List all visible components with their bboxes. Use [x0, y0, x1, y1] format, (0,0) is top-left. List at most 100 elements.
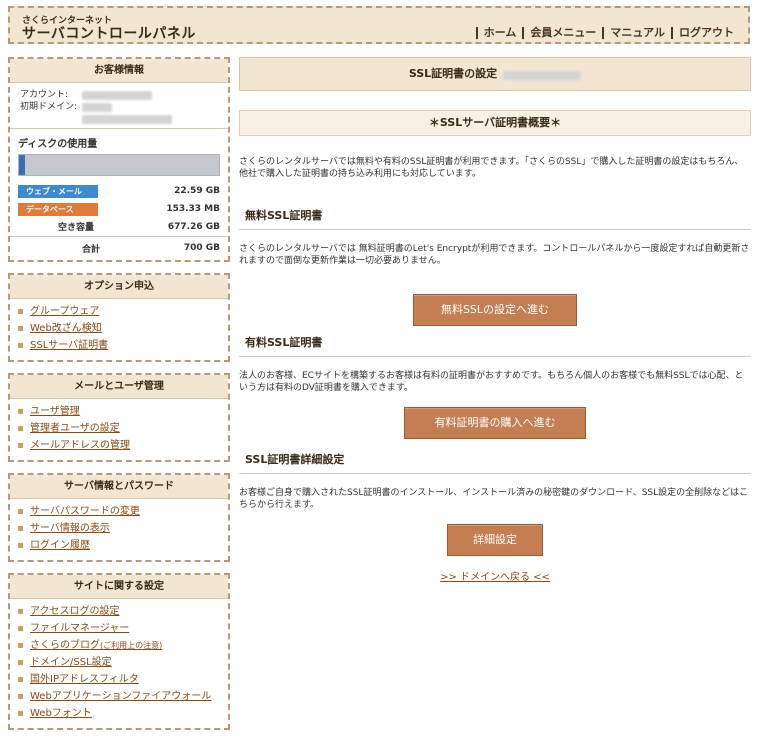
option-menu-title: オプション申込 — [10, 275, 228, 299]
blog-note: (ご利用上の注意) — [100, 641, 163, 650]
link-file-manager[interactable]: ファイルマネージャー — [30, 620, 129, 637]
server-info-title: サーバ情報とパスワード — [10, 475, 228, 499]
overview-title: ＊SSLサーバ証明書概要＊ — [239, 110, 751, 136]
bullet-icon — [18, 677, 23, 682]
nav-home[interactable]: ホーム — [475, 27, 523, 39]
page-title: SSL証明書の設定 — [239, 57, 751, 91]
menu-item-groupware: グループウェア — [18, 303, 220, 320]
link-server-password[interactable]: サーバパスワードの変更 — [30, 503, 140, 520]
back-to-domain-link[interactable]: >> ドメインへ戻る << — [239, 568, 751, 583]
mail-user-title: メールとユーザ管理 — [10, 375, 228, 399]
nav-manual[interactable]: マニュアル — [602, 27, 671, 39]
link-access-log[interactable]: アクセスログの設定 — [30, 603, 120, 620]
bullet-icon — [18, 609, 23, 614]
link-ssl-server-cert[interactable]: SSLサーバ証明書 — [30, 337, 108, 354]
domain-label: 初期ドメイン: — [20, 102, 78, 112]
disk-usage-title: ディスクの使用量 — [10, 128, 228, 154]
link-ip-filter[interactable]: 国外IPアドレスフィルタ — [30, 671, 139, 688]
nav-logout[interactable]: ログアウト — [671, 27, 740, 39]
paid-ssl-heading: 有料SSL証明書 — [239, 334, 751, 357]
free-ssl-setup-button[interactable]: 無料SSLの設定へ進む — [413, 294, 577, 326]
account-value-redacted — [82, 91, 152, 100]
detail-settings-button[interactable]: 詳細設定 — [447, 524, 543, 556]
disk-total-value: 700 GB — [183, 243, 220, 254]
link-server-info[interactable]: サーバ情報の表示 — [30, 520, 110, 537]
bullet-icon — [18, 309, 23, 314]
link-groupware[interactable]: グループウェア — [30, 303, 99, 320]
disk-total-label: 合計 — [82, 244, 101, 255]
domain-name-redacted — [503, 70, 582, 80]
bullet-icon — [18, 443, 23, 448]
menu-item-web-font: Webフォント — [18, 705, 220, 722]
bullet-icon — [18, 409, 23, 414]
disk-usage-table: ウェブ・メール 22.59 GB データベース 153.33 MB 空き容量 6… — [10, 182, 228, 260]
bullet-icon — [18, 626, 23, 631]
menu-item-file-manager: ファイルマネージャー — [18, 620, 220, 637]
domain-value-redacted-2 — [82, 115, 172, 124]
disk-web-value: 22.59 GB — [174, 186, 220, 196]
menu-item-login-history: ログイン履歴 — [18, 537, 220, 554]
top-nav: ホーム 会員メニュー マニュアル ログアウト — [475, 27, 740, 39]
disk-db-label: データベース — [18, 202, 98, 216]
menu-item-server-password: サーバパスワードの変更 — [18, 503, 220, 520]
menu-item-ssl-cert: SSLサーバ証明書 — [18, 337, 220, 354]
brand-logo[interactable]: サーバコントロールパネル — [22, 23, 196, 43]
bullet-icon — [18, 509, 23, 514]
link-waf[interactable]: Webアプリケーションファイアウォール — [30, 688, 211, 705]
bullet-icon — [18, 543, 23, 548]
free-ssl-text: さくらのレンタルサーバでは 無料証明書のLet's Encryptが利用できます… — [239, 244, 750, 266]
option-menu-box: オプション申込 グループウェア Web改ざん検知 SSLサーバ証明書 — [8, 273, 230, 362]
bullet-icon — [18, 643, 23, 648]
bullet-icon — [18, 426, 23, 431]
link-domain-ssl[interactable]: ドメイン/SSL設定 — [30, 654, 112, 671]
menu-item-user-mgmt: ユーザ管理 — [18, 403, 220, 420]
bullet-icon — [18, 526, 23, 531]
disk-row-web: ウェブ・メール 22.59 GB — [10, 182, 228, 200]
link-sakura-blog[interactable]: さくらのブログ(ご利用上の注意) — [30, 637, 162, 654]
mail-user-box: メールとユーザ管理 ユーザ管理 管理者ユーザの設定 メールアドレスの管理 — [8, 373, 230, 462]
link-login-history[interactable]: ログイン履歴 — [30, 537, 90, 554]
link-admin-user-settings[interactable]: 管理者ユーザの設定 — [30, 420, 120, 437]
link-user-management[interactable]: ユーザ管理 — [30, 403, 80, 420]
main-content: SSL証明書の設定 ＊SSLサーバ証明書概要＊ さくらのレンタルサーバでは無料や… — [239, 57, 751, 583]
free-ssl-heading: 無料SSL証明書 — [239, 207, 751, 230]
page-title-text: SSL証明書の設定 — [408, 67, 498, 80]
account-label: アカウント: — [20, 90, 69, 100]
paid-ssl-text: 法人のお客様、ECサイトを構築するお客様は有料の証明書がおすすめです。もちろん個… — [239, 371, 744, 393]
link-web-tamper-detection[interactable]: Web改ざん検知 — [30, 320, 102, 337]
bullet-icon — [18, 711, 23, 716]
disk-row-db: データベース 153.33 MB — [10, 200, 228, 218]
customer-info-box: お客様情報 アカウント: 初期ドメイン: ディスクの使用量 ウェブ・メール 22… — [8, 57, 230, 262]
disk-row-total: 合計 700 GB — [10, 236, 228, 260]
bullet-icon — [18, 660, 23, 665]
bullet-icon — [18, 326, 23, 331]
ssl-detail-text: お客様ご自身で購入されたSSL証明書のインストール、インストール済みの秘密鍵のダ… — [239, 488, 749, 510]
server-info-box: サーバ情報とパスワード サーバパスワードの変更 サーバ情報の表示 ログイン履歴 — [8, 473, 230, 562]
disk-free-value: 677.26 GB — [167, 221, 220, 232]
intro-text: さくらのレンタルサーバでは無料や有料のSSL証明書が利用できます。「さくらのSS… — [239, 157, 744, 179]
menu-item-web-tamper: Web改ざん検知 — [18, 320, 220, 337]
sidebar: お客様情報 アカウント: 初期ドメイン: ディスクの使用量 ウェブ・メール 22… — [8, 57, 230, 741]
ssl-detail-heading: SSL証明書詳細設定 — [239, 451, 751, 474]
disk-db-value: 153.33 MB — [166, 204, 220, 214]
disk-row-free: 空き容量 677.26 GB — [10, 218, 228, 236]
domain-value-redacted — [82, 103, 112, 112]
menu-item-domain-ssl: ドメイン/SSL設定 — [18, 654, 220, 671]
disk-usage-bar-fill — [19, 155, 25, 175]
link-mail-address-mgmt[interactable]: メールアドレスの管理 — [30, 437, 130, 454]
customer-info-title: お客様情報 — [10, 59, 228, 83]
disk-web-label: ウェブ・メール — [18, 184, 98, 198]
blog-label: さくらのブログ — [30, 640, 100, 651]
menu-item-admin-user: 管理者ユーザの設定 — [18, 420, 220, 437]
header: さくらインターネット サーバコントロールパネル ホーム 会員メニュー マニュアル… — [8, 6, 750, 44]
bullet-icon — [18, 694, 23, 699]
site-settings-box: サイトに関する設定 アクセスログの設定 ファイルマネージャー さくらのブログ(ご… — [8, 573, 230, 730]
menu-item-ip-filter: 国外IPアドレスフィルタ — [18, 671, 220, 688]
menu-item-blog: さくらのブログ(ご利用上の注意) — [18, 637, 220, 654]
link-web-font[interactable]: Webフォント — [30, 705, 92, 722]
paid-ssl-purchase-button[interactable]: 有料証明書の購入へ進む — [404, 407, 586, 439]
nav-member-menu[interactable]: 会員メニュー — [522, 27, 602, 39]
disk-usage-bar — [18, 154, 220, 176]
bullet-icon — [18, 343, 23, 348]
menu-item-access-log: アクセスログの設定 — [18, 603, 220, 620]
